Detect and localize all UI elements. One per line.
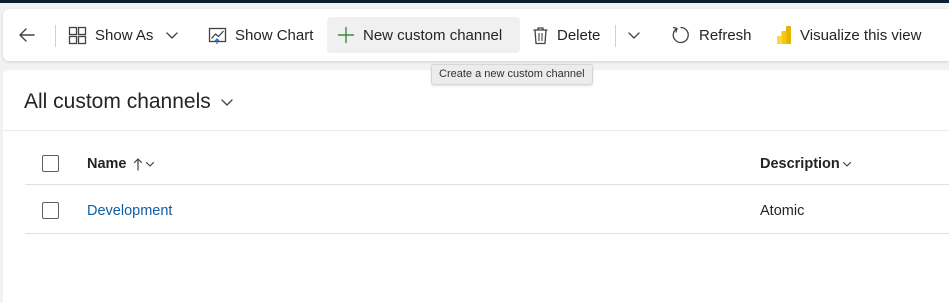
top-accent-bar <box>0 0 949 3</box>
show-as-label: Show As <box>95 26 154 44</box>
back-button[interactable] <box>17 17 37 53</box>
power-bi-icon <box>777 26 791 44</box>
chevron-down-icon <box>145 161 154 167</box>
select-all-checkbox[interactable] <box>42 155 59 172</box>
new-channel-tooltip: Create a new custom channel <box>431 64 593 85</box>
more-commands-dropdown-button[interactable] <box>627 17 641 53</box>
show-chart-button[interactable]: Show Chart <box>208 17 313 53</box>
row-select-checkbox[interactable] <box>42 202 59 219</box>
row-description: Atomic <box>760 203 805 219</box>
refresh-button[interactable]: Refresh <box>671 17 752 53</box>
refresh-icon <box>672 26 689 44</box>
view-selector[interactable]: All custom channels <box>24 90 234 114</box>
main-view-panel: All custom channels Name Description Dev… <box>3 70 949 303</box>
column-header-name-label: Name <box>87 156 127 172</box>
column-header-name[interactable]: Name <box>87 156 155 172</box>
back-arrow-icon <box>19 28 35 42</box>
add-icon <box>337 26 355 44</box>
trash-icon <box>533 26 548 44</box>
column-header-description-label: Description <box>760 156 840 172</box>
toolbar-divider <box>615 25 616 47</box>
column-header-description[interactable]: Description <box>760 156 852 172</box>
chevron-down-icon <box>628 32 640 39</box>
view-title: All custom channels <box>24 90 211 113</box>
refresh-label: Refresh <box>699 26 752 44</box>
grid-divider <box>3 130 949 131</box>
delete-button[interactable]: Delete <box>532 17 600 53</box>
table-row[interactable]: Development Atomic <box>25 186 949 234</box>
row-name-link[interactable]: Development <box>87 203 172 219</box>
visualize-view-label: Visualize this view <box>800 26 922 44</box>
new-custom-channel-label: New custom channel <box>363 26 503 44</box>
chevron-down-icon <box>221 99 233 106</box>
new-custom-channel-button[interactable]: New custom channel <box>327 17 520 53</box>
show-chart-label: Show Chart <box>235 26 314 44</box>
toolbar-divider <box>55 25 56 47</box>
command-bar: Show As Show Chart New custom channel De… <box>3 9 949 61</box>
sort-ascending-icon <box>133 158 142 171</box>
grid-layout-icon <box>68 26 87 44</box>
delete-label: Delete <box>557 26 601 44</box>
chart-icon <box>208 27 227 44</box>
chevron-down-icon <box>166 32 178 39</box>
chevron-down-icon <box>842 161 851 167</box>
show-as-dropdown-button[interactable] <box>165 17 179 53</box>
visualize-view-button[interactable]: Visualize this view <box>776 17 921 53</box>
grid-header-row: Name Description <box>25 145 949 185</box>
show-as-button[interactable]: Show As <box>68 17 153 53</box>
